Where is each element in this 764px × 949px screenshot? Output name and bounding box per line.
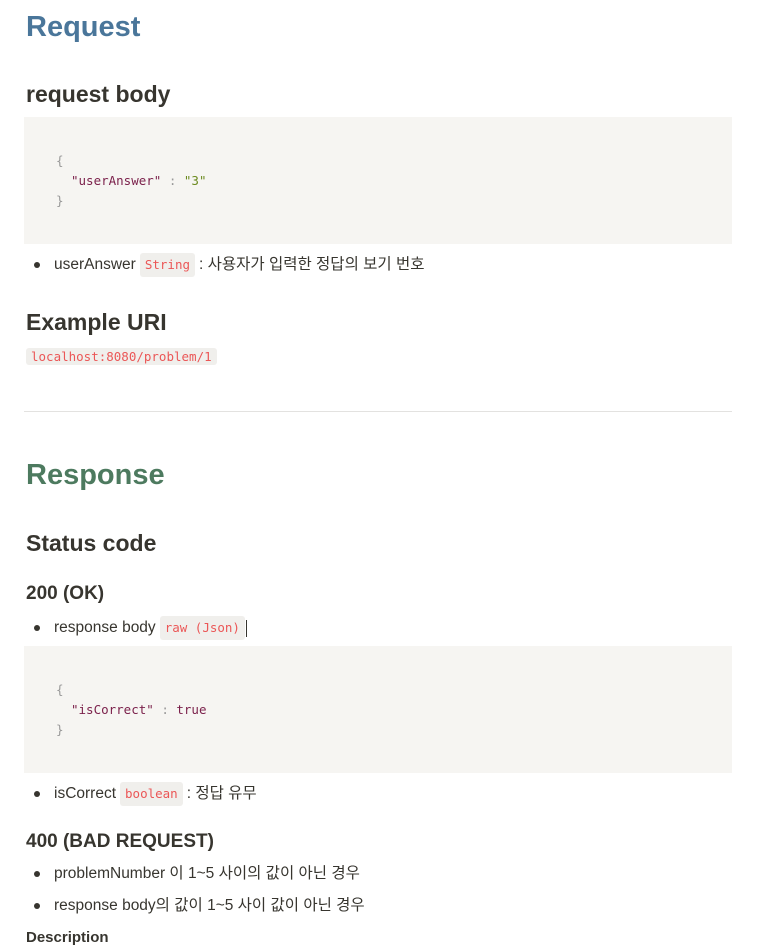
field-type-code: String	[139, 253, 195, 277]
code-brace-open: {	[56, 153, 64, 168]
field-description: : 사용자가 입력한 정답의 보기 번호	[199, 256, 425, 273]
code-brace-close: }	[56, 193, 64, 208]
list-item-useranswer: userAnswer String : 사용자가 입력한 정답의 보기 번호	[34, 253, 424, 277]
bullet-icon	[34, 903, 40, 909]
status-code-heading: Status code	[26, 530, 157, 556]
code-brace-close: }	[56, 722, 64, 737]
bullet-icon	[34, 625, 40, 631]
response-title: Response	[26, 459, 165, 491]
list-item-bad-2: response body의 값이 1~5 사이 값이 아닌 경우	[34, 895, 365, 917]
bad-request-reason: problemNumber 이 1~5 사이의 값이 아닌 경우	[54, 865, 360, 882]
code-value-iscorrect: true	[176, 702, 207, 717]
code-brace-open: {	[56, 682, 64, 697]
example-uri-code[interactable]: localhost:8080/problem/1	[26, 348, 217, 365]
response-body-type-code: raw (Json)	[159, 616, 245, 640]
code-separator: :	[153, 702, 177, 717]
request-body-heading: request body	[26, 81, 171, 107]
list-item-bad-1: problemNumber 이 1~5 사이의 값이 아닌 경우	[34, 863, 360, 885]
status-200-heading: 200 (OK)	[26, 583, 105, 604]
bad-request-reason: response body의 값이 1~5 사이 값이 아닌 경우	[54, 897, 365, 914]
document-page: Request request body { "userAnswer" : "3…	[0, 0, 764, 949]
example-uri-row: localhost:8080/problem/1	[26, 347, 217, 367]
bullet-icon	[34, 871, 40, 877]
list-item-iscorrect: isCorrect boolean : 정답 유무	[34, 782, 257, 806]
field-name: isCorrect	[54, 785, 117, 802]
text-cursor	[245, 619, 247, 637]
response-body-label: response body	[54, 619, 156, 636]
divider	[24, 411, 732, 412]
response-code-block[interactable]: { "isCorrect" : true }	[24, 646, 732, 773]
bullet-icon	[34, 791, 40, 797]
status-400-heading: 400 (BAD REQUEST)	[26, 831, 214, 852]
code-key-iscorrect: "isCorrect"	[71, 702, 154, 717]
description-heading: Description	[26, 929, 109, 946]
code-separator: :	[161, 173, 184, 188]
code-value-useranswer: "3"	[183, 173, 207, 188]
bullet-icon	[34, 262, 40, 268]
field-description: : 정답 유무	[186, 785, 257, 802]
field-name: userAnswer	[54, 256, 136, 273]
code-key-useranswer: "userAnswer"	[71, 173, 162, 188]
example-uri-heading: Example URI	[26, 309, 167, 335]
request-code-block[interactable]: { "userAnswer" : "3" }	[24, 117, 732, 244]
list-item-response-body: response body raw (Json)	[34, 616, 247, 640]
field-type-code: boolean	[120, 782, 183, 806]
request-title: Request	[26, 11, 141, 43]
